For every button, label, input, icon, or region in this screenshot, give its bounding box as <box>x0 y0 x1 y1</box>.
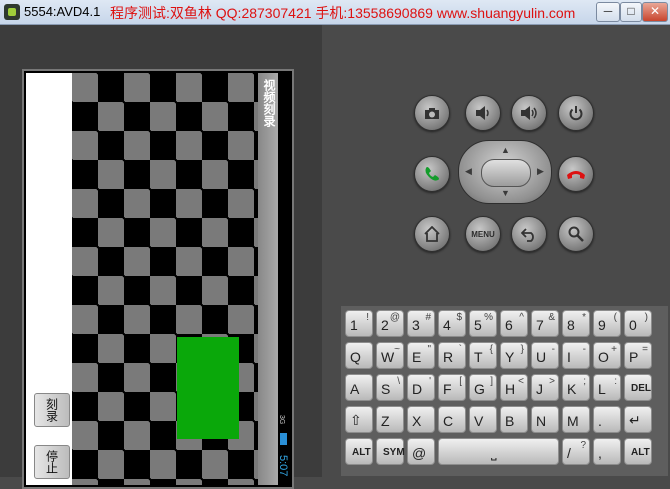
key-v[interactable]: V <box>469 406 497 433</box>
key-f[interactable]: [F <box>438 374 466 401</box>
dpad-down-icon[interactable]: ▼ <box>501 188 510 198</box>
key-a[interactable]: A <box>345 374 373 401</box>
key-h[interactable]: < H <box>500 374 528 401</box>
key-4[interactable]: $4 <box>438 310 466 337</box>
key-1[interactable]: ! 1 <box>345 310 373 337</box>
key-l[interactable]: :L <box>593 374 621 401</box>
key-period[interactable]: . <box>593 406 621 433</box>
app-title: 视频刻录 <box>262 79 276 127</box>
key-n[interactable]: N <box>531 406 559 433</box>
key-5[interactable]: % 5 <box>469 310 497 337</box>
key-at[interactable]: @ <box>407 438 435 465</box>
close-button[interactable]: ✕ <box>642 2 668 22</box>
key-0[interactable]: ) 0 <box>624 310 652 337</box>
key-z[interactable]: Z <box>376 406 404 433</box>
app-title-bar: 视频刻录 <box>258 73 278 485</box>
key-space[interactable]: ⎵ <box>438 438 559 465</box>
key-b[interactable]: B <box>500 406 528 433</box>
key-k[interactable]: ; K <box>562 374 590 401</box>
key-slash[interactable]: ? / <box>562 438 590 465</box>
dpad-center[interactable] <box>481 159 531 187</box>
key-q[interactable]: Q <box>345 342 373 369</box>
key-g[interactable]: ] G <box>469 374 497 401</box>
key-s[interactable]: \ S <box>376 374 404 401</box>
search-icon[interactable] <box>558 216 594 252</box>
key-alt-left[interactable]: ALT <box>345 438 373 465</box>
dpad-left-icon[interactable]: ◀ <box>465 166 472 177</box>
key-comma[interactable]: , <box>593 438 621 465</box>
key-d[interactable]: ' D <box>407 374 435 401</box>
hardware-keyboard: ! 1 @2 #3 $4 % 5 ^ 6 & 7 * 8 (9 ) 0 Q ~ W " E ` R… <box>341 306 668 476</box>
key-9[interactable]: (9 <box>593 310 621 337</box>
minimize-button[interactable]: ─ <box>596 2 620 22</box>
window-title: 5554:AVD4.1 <box>24 4 101 19</box>
status-clock: 5:07 <box>277 455 289 477</box>
key-r[interactable]: ` R <box>438 342 466 369</box>
camera-icon[interactable] <box>414 95 450 131</box>
window-subtitle: 程序测试:双鱼林 QQ:287307421 手机:13558690869 www… <box>110 5 576 21</box>
key-2[interactable]: @2 <box>376 310 404 337</box>
key-p[interactable]: = P <box>624 342 652 369</box>
device-frame: 刻录 停止 视频刻录 3G 5:07 <box>0 25 322 489</box>
key-e[interactable]: " E <box>407 342 435 369</box>
key-3[interactable]: #3 <box>407 310 435 337</box>
key-sym[interactable]: SYM <box>376 438 405 465</box>
key-x[interactable]: X <box>407 406 435 433</box>
key-delete[interactable]: DEL <box>624 374 652 401</box>
key-alt-right[interactable]: ALT <box>624 438 652 465</box>
window-titlebar: 5554:AVD4.1 程序测试:双鱼林 QQ:287307421 手机:135… <box>0 0 670 25</box>
key-j[interactable]: > J <box>531 374 559 401</box>
power-icon[interactable] <box>558 95 594 131</box>
signal-icon: 3G <box>278 415 285 425</box>
key-7[interactable]: & 7 <box>531 310 559 337</box>
key-8[interactable]: * 8 <box>562 310 590 337</box>
call-icon[interactable] <box>414 156 450 192</box>
end-call-icon[interactable] <box>558 156 594 192</box>
key-shift[interactable]: ⇧ <box>345 406 373 433</box>
battery-icon <box>280 433 287 445</box>
volume-down-icon[interactable] <box>465 95 501 131</box>
key-c[interactable]: C <box>438 406 466 433</box>
green-overlay <box>177 337 239 439</box>
maximize-button[interactable]: □ <box>620 2 642 22</box>
back-icon[interactable] <box>511 216 547 252</box>
key-u[interactable]: -U <box>531 342 559 369</box>
record-button[interactable]: 刻录 <box>34 393 70 427</box>
status-bar: 3G 5:07 <box>277 73 290 485</box>
key-t[interactable]: {T <box>469 342 497 369</box>
volume-up-icon[interactable] <box>511 95 547 131</box>
key-i[interactable]: -I <box>562 342 590 369</box>
key-o[interactable]: + O <box>593 342 621 369</box>
dpad-up-icon[interactable]: ▲ <box>501 145 510 155</box>
dpad-right-icon[interactable]: ▶ <box>537 166 544 177</box>
key-enter[interactable]: ↵ <box>624 406 652 433</box>
key-y[interactable]: } Y <box>500 342 528 369</box>
device-screen: 刻录 停止 视频刻录 3G 5:07 <box>22 69 294 489</box>
key-6[interactable]: ^ 6 <box>500 310 528 337</box>
dpad[interactable]: ▲ ▼ ◀ ▶ <box>458 140 552 204</box>
home-icon[interactable] <box>414 216 450 252</box>
android-app-icon <box>4 4 20 20</box>
key-w[interactable]: ~ W <box>376 342 404 369</box>
menu-button[interactable]: MENU <box>465 216 501 252</box>
stop-button[interactable]: 停止 <box>34 445 70 479</box>
key-m[interactable]: M <box>562 406 590 433</box>
